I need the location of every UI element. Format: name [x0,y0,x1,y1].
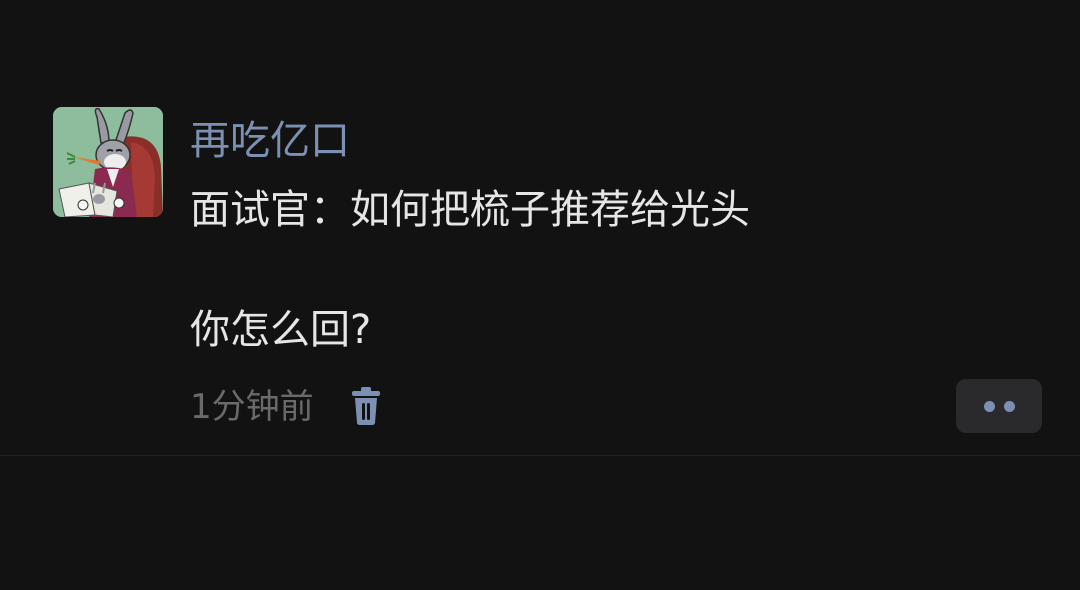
rabbit-avatar-icon [53,107,163,217]
comment-line: 面试官：如何把梳子推荐给光头 [190,187,750,233]
comment-content: 面试官：如何把梳子推荐给光头 你怎么回? [190,180,1030,360]
avatar[interactable] [53,107,163,217]
comment-line: 你怎么回? [190,307,372,353]
timestamp: 1分钟前 [190,387,314,427]
divider [0,455,1080,456]
delete-button[interactable] [348,386,384,426]
more-button[interactable] [956,379,1042,433]
more-dots-icon [1004,401,1015,412]
trash-icon [352,387,380,425]
more-dots-icon [984,401,995,412]
comment-page: 再吃亿口 面试官：如何把梳子推荐给光头 你怎么回? 1分钟前 [0,0,1080,590]
username[interactable]: 再吃亿口 [190,113,350,169]
